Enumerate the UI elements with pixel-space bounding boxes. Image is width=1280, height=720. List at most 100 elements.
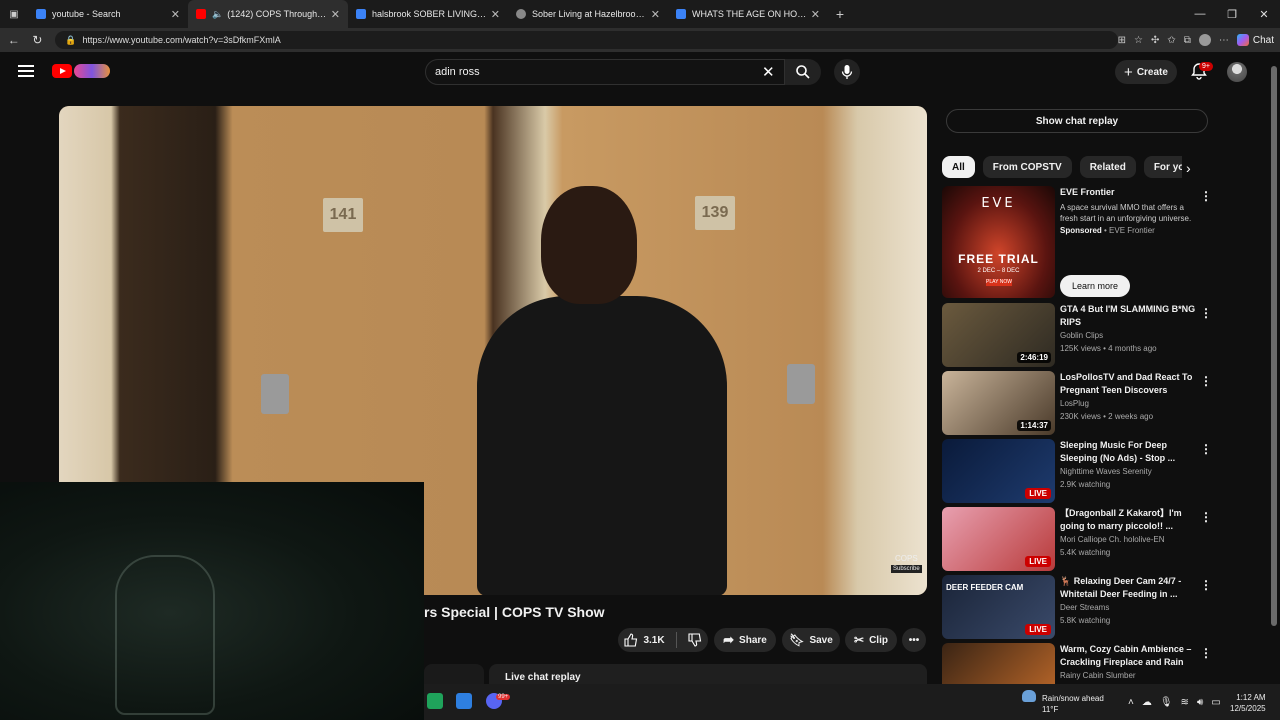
channel-watermark[interactable]: COPS Subscribe: [891, 554, 922, 573]
close-tab-icon[interactable]: ✕: [651, 8, 660, 21]
recommendation-info: 【Dragonball Z Kakarot】I'm going to marry…: [1060, 507, 1196, 559]
favorite-star-icon[interactable]: ☆: [1134, 35, 1143, 46]
chip-all[interactable]: All: [942, 156, 975, 178]
back-icon[interactable]: ←: [2, 33, 26, 47]
minimize-icon[interactable]: —: [1184, 8, 1216, 21]
youtube-doodle-logo[interactable]: [74, 64, 110, 78]
ad-options-icon[interactable]: ⋮: [1200, 190, 1212, 202]
refresh-icon[interactable]: ↻: [26, 33, 50, 47]
recommendation-title[interactable]: LosPollosTV and Dad React To Pregnant Te…: [1060, 371, 1196, 397]
speaker-icon[interactable]: 🔈: [212, 9, 223, 20]
video-thumbnail[interactable]: 1:14:37: [942, 371, 1055, 435]
system-clock[interactable]: 1:12 AM 12/5/2025: [1230, 692, 1266, 714]
recommendation-item[interactable]: LIVE 【Dragonball Z Kakarot】I'm going to m…: [942, 507, 1212, 571]
room-number-plate: 141: [323, 198, 363, 232]
channel-name[interactable]: Deer Streams: [1060, 601, 1196, 614]
recommendation-title[interactable]: 🦌 Relaxing Deer Cam 24/7 - Whitetail Dee…: [1060, 575, 1196, 601]
channel-name[interactable]: Goblin Clips: [1060, 329, 1196, 342]
learn-more-button[interactable]: Learn more: [1060, 275, 1130, 297]
tab-hotwheels[interactable]: WHATS THE AGE ON HOTWHEELS ✕: [668, 0, 828, 28]
video-options-icon[interactable]: ⋮: [1200, 647, 1212, 659]
weather-widget[interactable]: Rain/snow ahead 11°F: [1042, 693, 1104, 715]
onedrive-icon[interactable]: ☁: [1142, 697, 1152, 708]
clear-search-icon[interactable]: ✕: [762, 63, 775, 81]
recommendation-item[interactable]: 1:14:37 LosPollosTV and Dad React To Preg…: [942, 371, 1212, 435]
video-thumbnail[interactable]: LIVE: [942, 507, 1055, 571]
chevron-right-icon[interactable]: ›: [1186, 160, 1191, 176]
chip-for-you[interactable]: For you: [1143, 156, 1182, 178]
video-options-icon[interactable]: ⋮: [1200, 511, 1212, 523]
recommendation-item[interactable]: DEER FEEDER CAM LIVE 🦌 Relaxing Deer Cam 2…: [942, 575, 1212, 639]
video-options-icon[interactable]: ⋮: [1200, 579, 1212, 591]
video-options-icon[interactable]: ⋮: [1200, 443, 1212, 455]
menu-icon[interactable]: [18, 65, 34, 77]
show-chat-replay-button[interactable]: Show chat replay: [946, 109, 1208, 133]
video-thumbnail[interactable]: LIVE: [942, 439, 1055, 503]
voice-search-button[interactable]: [834, 59, 860, 85]
more-actions-button[interactable]: •••: [902, 628, 926, 652]
maximize-icon[interactable]: ❐: [1216, 8, 1248, 21]
battery-icon[interactable]: ▭: [1211, 697, 1220, 708]
chip-from-copstv[interactable]: From COPSTV: [982, 156, 1072, 178]
profile-icon[interactable]: [1198, 34, 1211, 46]
recommendation-title[interactable]: GTA 4 But I'M SLAMMING B*NG RIPS: [1060, 303, 1196, 329]
close-tab-icon[interactable]: ✕: [171, 8, 180, 21]
save-button[interactable]: 🔖︎ Save: [782, 628, 840, 652]
microphone-tray-icon[interactable]: 🎙︎: [1160, 697, 1173, 708]
wifi-icon[interactable]: ≋: [1181, 697, 1189, 708]
search-button[interactable]: [785, 59, 821, 85]
page-scrollbar[interactable]: [1268, 52, 1280, 684]
video-options-icon[interactable]: ⋮: [1200, 307, 1212, 319]
chip-related[interactable]: Related: [1079, 156, 1136, 178]
channel-name[interactable]: Mori Calliope Ch. hololive-EN: [1060, 533, 1196, 546]
favorites-icon[interactable]: ✩: [1167, 35, 1175, 46]
close-tab-icon[interactable]: ✕: [491, 8, 500, 21]
youtube-logo-icon[interactable]: [52, 64, 72, 78]
tab-youtube-search[interactable]: youtube - Search ✕: [28, 0, 188, 28]
video-options-icon[interactable]: ⋮: [1200, 375, 1212, 387]
channel-name[interactable]: Nighttime Waves Serenity: [1060, 465, 1196, 478]
chevron-up-icon[interactable]: ˄: [1128, 697, 1134, 708]
ad-title[interactable]: EVE Frontier: [1060, 186, 1200, 198]
like-button[interactable]: 3.1K: [624, 633, 665, 647]
recommendation-title[interactable]: 【Dragonball Z Kakarot】I'm going to marry…: [1060, 507, 1196, 533]
close-tab-icon[interactable]: ✕: [811, 8, 820, 21]
volume-icon[interactable]: 🔊︎: [1197, 697, 1203, 708]
tab-cops-video[interactable]: 🔈 (1242) COPS Through the Years ✕: [188, 0, 348, 28]
app-available-icon[interactable]: ⊞: [1118, 35, 1126, 46]
sponsored-ad-card[interactable]: EVE FREE TRIAL 2 DEC – 8 DEC PLAY NOW EV…: [942, 186, 1212, 298]
tab-actions-icon[interactable]: ▣: [0, 0, 28, 28]
extensions-icon[interactable]: ✣: [1151, 35, 1159, 46]
more-icon[interactable]: ⋯: [1219, 35, 1229, 46]
ad-thumbnail[interactable]: EVE FREE TRIAL 2 DEC – 8 DEC PLAY NOW: [942, 186, 1055, 298]
app-icon-blue[interactable]: [456, 693, 472, 709]
recommendation-title[interactable]: Warm, Cozy Cabin Ambience – Crackling Fi…: [1060, 643, 1196, 669]
url-field[interactable]: 🔒 https://www.youtube.com/watch?v=3sDfkm…: [55, 31, 1118, 49]
weather-icon[interactable]: [1022, 690, 1036, 702]
close-tab-icon[interactable]: ✕: [331, 8, 340, 21]
recommendation-info: 🦌 Relaxing Deer Cam 24/7 - Whitetail Dee…: [1060, 575, 1196, 627]
tab-sober-living[interactable]: Sober Living at Hazelbrook Recovery ✕: [508, 0, 668, 28]
copilot-chat-button[interactable]: Chat: [1236, 34, 1274, 46]
close-window-icon[interactable]: ✕: [1248, 8, 1280, 21]
app-icon-green[interactable]: [427, 693, 443, 709]
share-button[interactable]: ➦ Share: [714, 628, 776, 652]
recommendation-info: Sleeping Music For Deep Sleeping (No Ads…: [1060, 439, 1196, 491]
recommendation-item[interactable]: LIVE Sleeping Music For Deep Sleeping (No…: [942, 439, 1212, 503]
door-handle: [261, 374, 289, 414]
recommendation-title[interactable]: Sleeping Music For Deep Sleeping (No Ads…: [1060, 439, 1196, 465]
thumbs-down-icon[interactable]: [688, 633, 702, 647]
channel-name[interactable]: Rainy Cabin Slumber: [1060, 669, 1196, 682]
video-thumbnail[interactable]: 2:46:19: [942, 303, 1055, 367]
recommendation-item[interactable]: 2:46:19 GTA 4 But I'M SLAMMING B*NG RIPS G…: [942, 303, 1212, 367]
channel-name[interactable]: LosPlug: [1060, 397, 1196, 410]
search-input[interactable]: adin ross: [425, 59, 785, 85]
account-avatar[interactable]: [1227, 62, 1247, 82]
collections-icon[interactable]: ⧉: [1184, 35, 1191, 46]
clip-button[interactable]: ✂ Clip: [845, 628, 897, 652]
tab-halsbrook-search[interactable]: halsbrook SOBER LIVING - Search ✕: [348, 0, 508, 28]
video-thumbnail[interactable]: DEER FEEDER CAM LIVE: [942, 575, 1055, 639]
create-button[interactable]: + Create: [1115, 60, 1177, 84]
scrollbar-thumb[interactable]: [1271, 66, 1277, 626]
new-tab-button[interactable]: +: [828, 6, 852, 22]
